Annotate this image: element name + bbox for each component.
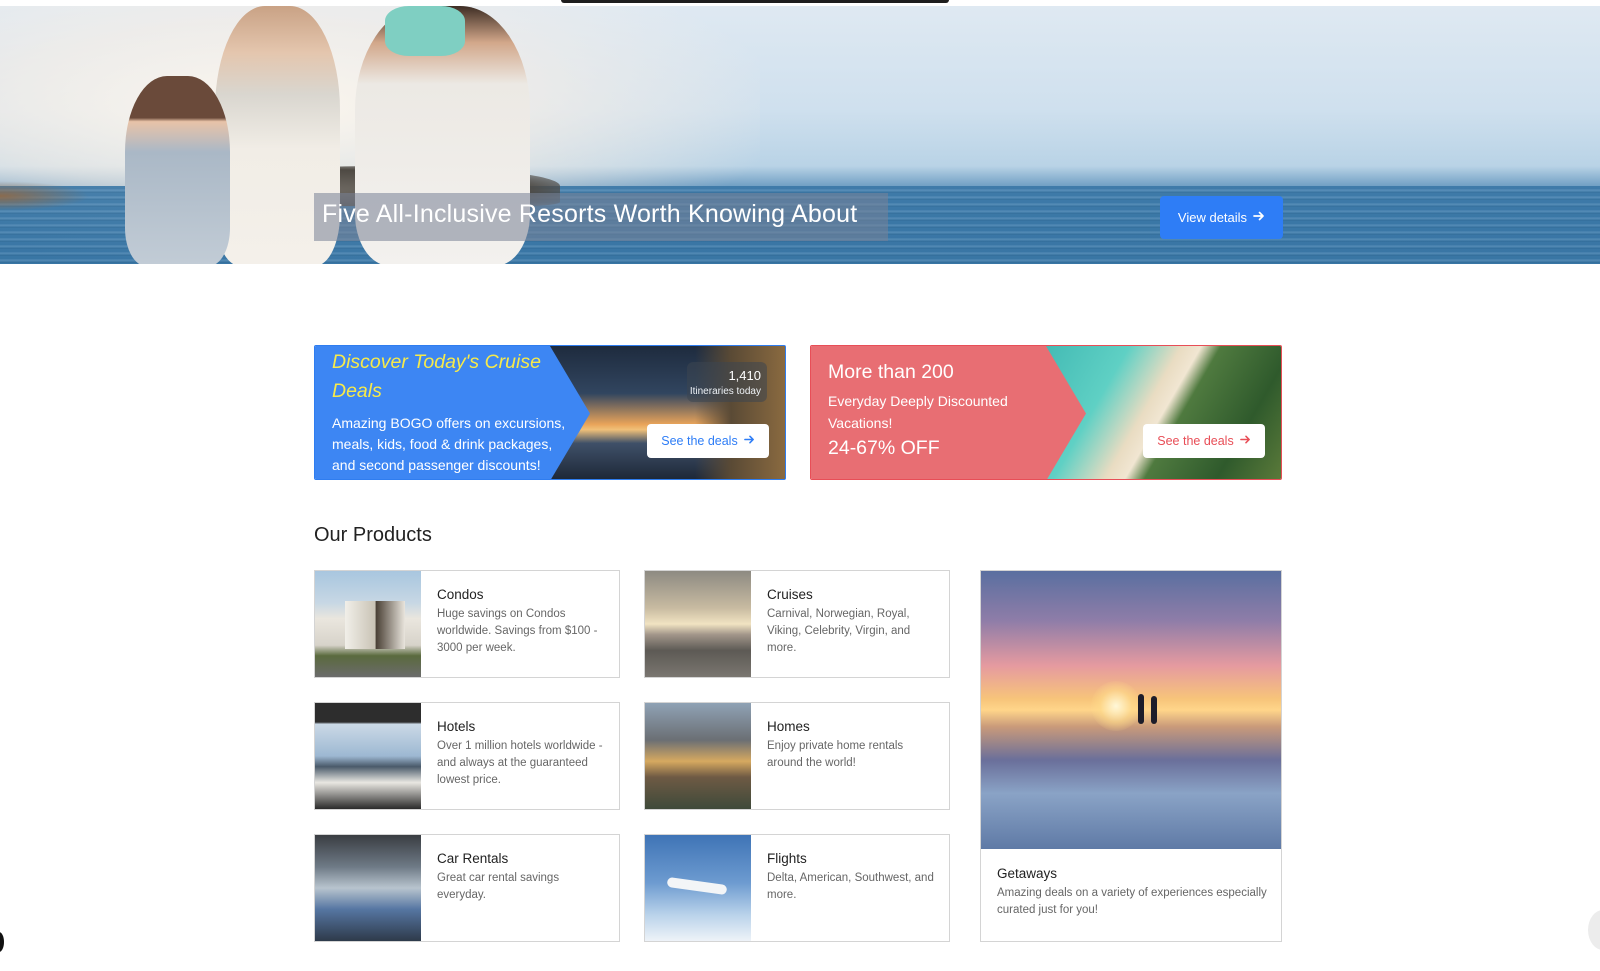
cruise-deals-card[interactable]: Discover Today's Cruise Deals Amazing BO… bbox=[314, 345, 786, 480]
cruise-deals-description: Amazing BOGO offers on excursions, meals… bbox=[332, 415, 566, 473]
product-card-homes[interactable]: Homes Enjoy private home rentals around … bbox=[644, 702, 950, 810]
sunset-sun bbox=[1091, 681, 1141, 731]
itineraries-count: 1,410 bbox=[728, 368, 761, 383]
car-rentals-thumbnail bbox=[315, 835, 421, 941]
cruise-see-deals-label: See the deals bbox=[661, 434, 738, 448]
vacation-deals-subtext: Everyday Deeply Discounted Vacations! bbox=[828, 393, 1008, 431]
hotels-thumbnail bbox=[315, 703, 421, 809]
vacation-deals-discount: 24-67% OFF bbox=[828, 437, 940, 459]
top-tab-bar bbox=[561, 0, 949, 3]
arrow-right-icon bbox=[743, 434, 755, 448]
arrow-right-icon bbox=[1239, 434, 1251, 448]
product-card-cruises[interactable]: Cruises Carnival, Norwegian, Royal, Viki… bbox=[644, 570, 950, 678]
product-card-flights[interactable]: Flights Delta, American, Southwest, and … bbox=[644, 834, 950, 942]
product-card-hotels[interactable]: Hotels Over 1 million hotels worldwide -… bbox=[314, 702, 620, 810]
product-description: Over 1 million hotels worldwide - and al… bbox=[437, 740, 603, 786]
product-card-getaways[interactable]: Getaways Amazing deals on a variety of e… bbox=[980, 570, 1282, 942]
hero-person-girl bbox=[125, 76, 230, 264]
hero-person-child bbox=[385, 6, 465, 56]
products-section-title: Our Products bbox=[314, 524, 432, 546]
product-card-condos[interactable]: Condos Huge savings on Condos worldwide.… bbox=[314, 570, 620, 678]
flights-thumbnail bbox=[645, 835, 751, 941]
view-details-label: View details bbox=[1177, 210, 1248, 225]
arrow-right-icon bbox=[1253, 210, 1265, 225]
couple-silhouette-1 bbox=[1138, 694, 1144, 724]
vacation-deals-card[interactable]: More than 200 Everyday Deeply Discounted… bbox=[810, 345, 1282, 480]
getaways-photo bbox=[981, 571, 1281, 849]
cruise-see-deals-button[interactable]: See the deals bbox=[647, 424, 769, 458]
view-details-button[interactable]: View details bbox=[1160, 196, 1283, 239]
scroll-top-button-edge[interactable] bbox=[1588, 910, 1600, 950]
product-name: Homes bbox=[767, 719, 810, 734]
itineraries-label: Itineraries today bbox=[689, 386, 761, 397]
product-name: Car Rentals bbox=[437, 851, 509, 866]
product-name: Condos bbox=[437, 587, 484, 602]
cruise-deals-title: Discover Today's Cruise Deals bbox=[332, 351, 541, 402]
product-description: Huge savings on Condos worldwide. Saving… bbox=[437, 608, 598, 654]
chat-widget-edge[interactable] bbox=[0, 932, 4, 952]
product-description: Amazing deals on a variety of experience… bbox=[997, 887, 1267, 916]
couple-silhouette-2 bbox=[1151, 696, 1157, 724]
cruises-thumbnail bbox=[645, 571, 751, 677]
product-name: Hotels bbox=[437, 719, 476, 734]
hero-sand bbox=[0, 181, 90, 211]
vacation-see-deals-button[interactable]: See the deals bbox=[1143, 424, 1265, 458]
condos-thumbnail bbox=[315, 571, 421, 677]
itineraries-badge: 1,410 Itineraries today bbox=[687, 362, 767, 402]
vacation-see-deals-label: See the deals bbox=[1157, 434, 1234, 448]
product-name: Cruises bbox=[767, 587, 813, 602]
vacation-deals-headline: More than 200 bbox=[828, 361, 954, 383]
hero-title: Five All-Inclusive Resorts Worth Knowing… bbox=[322, 200, 858, 228]
product-name: Flights bbox=[767, 851, 807, 866]
product-description: Carnival, Norwegian, Royal, Viking, Cele… bbox=[767, 608, 911, 654]
product-description: Delta, American, Southwest, and more. bbox=[767, 872, 934, 901]
product-name: Getaways bbox=[997, 866, 1058, 881]
product-description: Enjoy private home rentals around the wo… bbox=[767, 740, 904, 769]
product-card-car-rentals[interactable]: Car Rentals Great car rental savings eve… bbox=[314, 834, 620, 942]
homes-thumbnail bbox=[645, 703, 751, 809]
product-description: Great car rental savings everyday. bbox=[437, 872, 560, 901]
